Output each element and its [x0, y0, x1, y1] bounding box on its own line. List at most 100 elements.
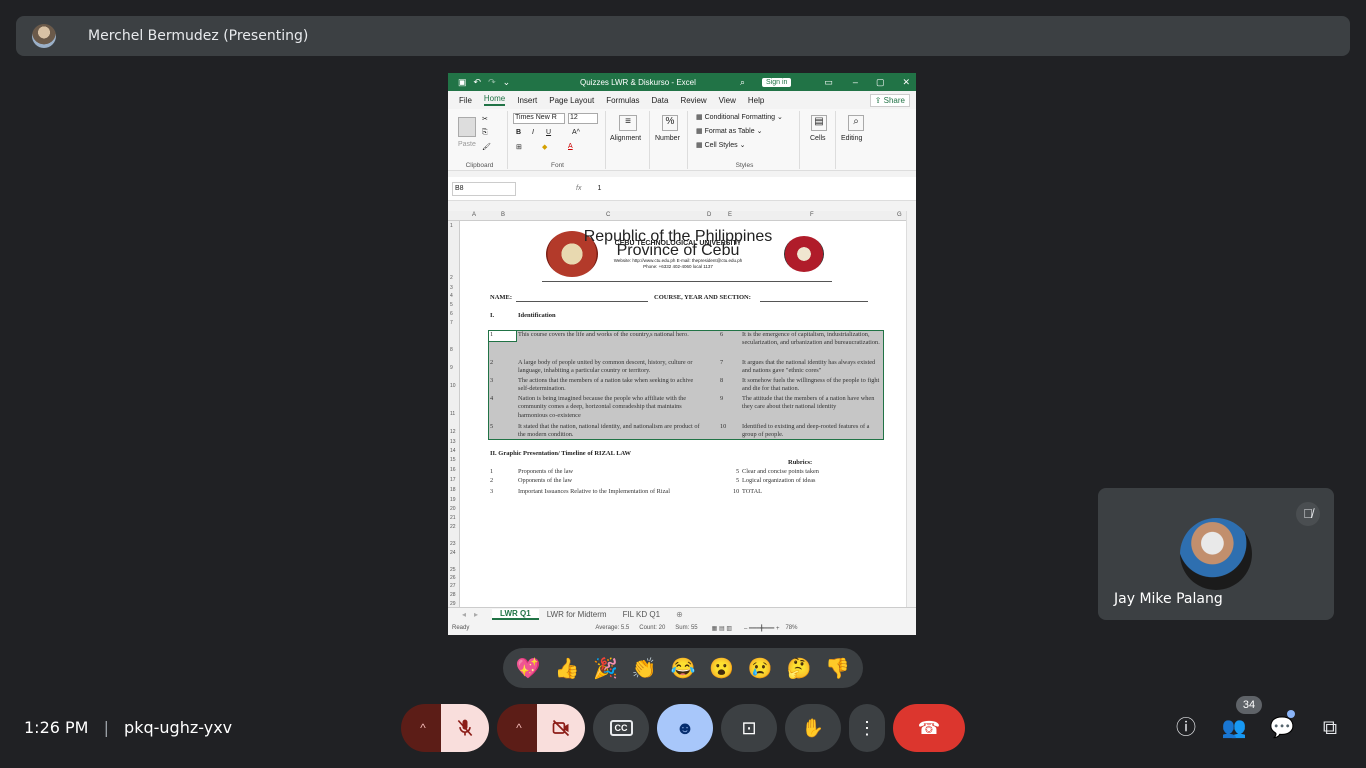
- tab-insert[interactable]: Insert: [517, 96, 537, 105]
- row-header[interactable]: 25: [450, 567, 456, 573]
- row-header[interactable]: 27: [450, 583, 456, 589]
- people-icon[interactable]: 👥: [1220, 714, 1248, 742]
- name-box[interactable]: B8: [452, 181, 516, 196]
- find-icon[interactable]: ⌕: [848, 115, 864, 131]
- number-group[interactable]: % Number: [652, 111, 688, 169]
- row-header[interactable]: 9: [450, 365, 453, 371]
- row-header[interactable]: 1: [450, 223, 453, 229]
- reaction-heart[interactable]: 💖: [516, 656, 541, 681]
- share-button[interactable]: ⇪ Share: [869, 93, 910, 107]
- tab-data[interactable]: Data: [652, 96, 669, 105]
- bold-icon[interactable]: B: [516, 129, 521, 136]
- tab-home[interactable]: Home: [483, 94, 506, 106]
- col-header[interactable]: G: [897, 212, 902, 218]
- sign-in-button[interactable]: Sign in: [762, 77, 792, 87]
- reaction-surprised[interactable]: 😮: [709, 656, 734, 681]
- next-sheet-icon[interactable]: ▸: [474, 610, 492, 619]
- activities-icon[interactable]: ⧉: [1316, 714, 1344, 742]
- row-header[interactable]: 18: [450, 487, 456, 493]
- font-name-select[interactable]: Times New R: [513, 113, 565, 124]
- participant-tile[interactable]: 🎙̸ Jay Mike Palang: [1098, 488, 1334, 620]
- row-header[interactable]: 17: [450, 477, 456, 483]
- row-header[interactable]: 6: [450, 311, 453, 317]
- row-header[interactable]: 8: [450, 347, 453, 353]
- more-options-button[interactable]: ⋮: [849, 704, 885, 752]
- chat-icon[interactable]: 💬: [1268, 714, 1296, 742]
- row-header[interactable]: 3: [450, 285, 453, 291]
- save-icon[interactable]: ▣: [458, 77, 467, 88]
- row-header[interactable]: 20: [450, 506, 456, 512]
- tab-help[interactable]: Help: [748, 96, 764, 105]
- customize-icon[interactable]: ⌄: [503, 77, 511, 88]
- row-header[interactable]: 22: [450, 524, 456, 530]
- reaction-sad[interactable]: 😢: [748, 656, 773, 681]
- cut-icon[interactable]: ✂: [482, 115, 488, 123]
- col-header[interactable]: C: [606, 212, 610, 218]
- maximize-icon[interactable]: ▢: [876, 77, 885, 88]
- tab-review[interactable]: Review: [680, 96, 706, 105]
- grow-font-icon[interactable]: A^: [572, 129, 580, 136]
- format-painter-icon[interactable]: 🖌: [482, 143, 491, 151]
- underline-icon[interactable]: U: [546, 129, 551, 136]
- view-mode-icons[interactable]: ▦ ▤ ▥: [712, 625, 732, 632]
- mic-toggle-button[interactable]: [441, 704, 489, 752]
- row-header[interactable]: 19: [450, 497, 456, 503]
- row-header[interactable]: 28: [450, 592, 456, 598]
- row-header[interactable]: 26: [450, 575, 456, 581]
- prev-sheet-icon[interactable]: ◂: [454, 610, 474, 619]
- audio-options-button[interactable]: ^: [401, 704, 445, 752]
- reaction-party[interactable]: 🎉: [593, 656, 618, 681]
- worksheet-grid[interactable]: A B C D E F G 1 2 3 4 5 6 7 8 9 10 11 12…: [448, 211, 916, 607]
- row-header[interactable]: 12: [450, 429, 456, 435]
- row-header[interactable]: 10: [450, 383, 456, 389]
- tab-file[interactable]: File: [459, 96, 472, 105]
- undo-icon[interactable]: ↶: [474, 77, 482, 88]
- reaction-thumbs-down[interactable]: 👎: [825, 656, 850, 681]
- sheet-tab-fil-kd-q1[interactable]: FIL KD Q1: [615, 610, 669, 619]
- row-header[interactable]: 16: [450, 467, 456, 473]
- reaction-clap[interactable]: 👏: [632, 656, 657, 681]
- video-options-button[interactable]: ^: [497, 704, 541, 752]
- redo-icon[interactable]: ↷: [488, 77, 496, 88]
- row-header[interactable]: 23: [450, 541, 456, 547]
- sheet-tab-lwr-midterm[interactable]: LWR for Midterm: [539, 610, 615, 619]
- emoji-reactions-button[interactable]: ☻: [657, 704, 713, 752]
- col-header[interactable]: D: [707, 212, 711, 218]
- raise-hand-button[interactable]: ✋: [785, 704, 841, 752]
- row-header[interactable]: 4: [450, 293, 453, 299]
- col-header[interactable]: A: [472, 212, 476, 218]
- ribbon-display-icon[interactable]: ▭: [824, 77, 833, 88]
- tab-formulas[interactable]: Formulas: [606, 96, 639, 105]
- italic-icon[interactable]: I: [532, 129, 534, 136]
- editing-group[interactable]: ⌕ Editing: [838, 111, 874, 169]
- row-header[interactable]: 7: [450, 320, 453, 326]
- add-sheet-icon[interactable]: ⊕: [668, 610, 691, 619]
- vertical-scrollbar[interactable]: [906, 211, 916, 607]
- paste-icon[interactable]: [458, 117, 476, 137]
- cells-group[interactable]: ▤ Cells: [802, 111, 836, 169]
- format-as-table-button[interactable]: ▦ Format as Table ⌄: [696, 127, 762, 135]
- leave-call-button[interactable]: ☎: [893, 704, 965, 752]
- col-header[interactable]: E: [728, 212, 732, 218]
- row-header[interactable]: 14: [450, 448, 456, 454]
- cell-styles-button[interactable]: ▦ Cell Styles ⌄: [696, 141, 745, 149]
- row-header[interactable]: 11: [450, 411, 455, 417]
- row-header[interactable]: 2: [450, 275, 453, 281]
- conditional-formatting-button[interactable]: ▦ Conditional Formatting ⌄: [696, 113, 783, 121]
- fill-color-icon[interactable]: ◆: [542, 143, 547, 151]
- font-size-select[interactable]: 12: [568, 113, 598, 124]
- reaction-thinking[interactable]: 🤔: [786, 656, 811, 681]
- present-button[interactable]: ⊡: [721, 704, 777, 752]
- zoom-slider[interactable]: – ━━━╋━━━ +: [744, 625, 779, 632]
- captions-button[interactable]: CC: [593, 704, 649, 752]
- alignment-icon[interactable]: ≡: [619, 115, 637, 131]
- col-header[interactable]: B: [501, 212, 505, 218]
- meeting-details-icon[interactable]: ⓘ: [1172, 714, 1200, 742]
- font-color-icon[interactable]: A: [568, 143, 573, 150]
- camera-toggle-button[interactable]: [537, 704, 585, 752]
- row-header[interactable]: 5: [450, 302, 453, 308]
- tab-page-layout[interactable]: Page Layout: [549, 96, 594, 105]
- fx-icon[interactable]: fx: [576, 185, 581, 192]
- reaction-laugh[interactable]: 😂: [671, 656, 696, 681]
- row-header[interactable]: 15: [450, 457, 456, 463]
